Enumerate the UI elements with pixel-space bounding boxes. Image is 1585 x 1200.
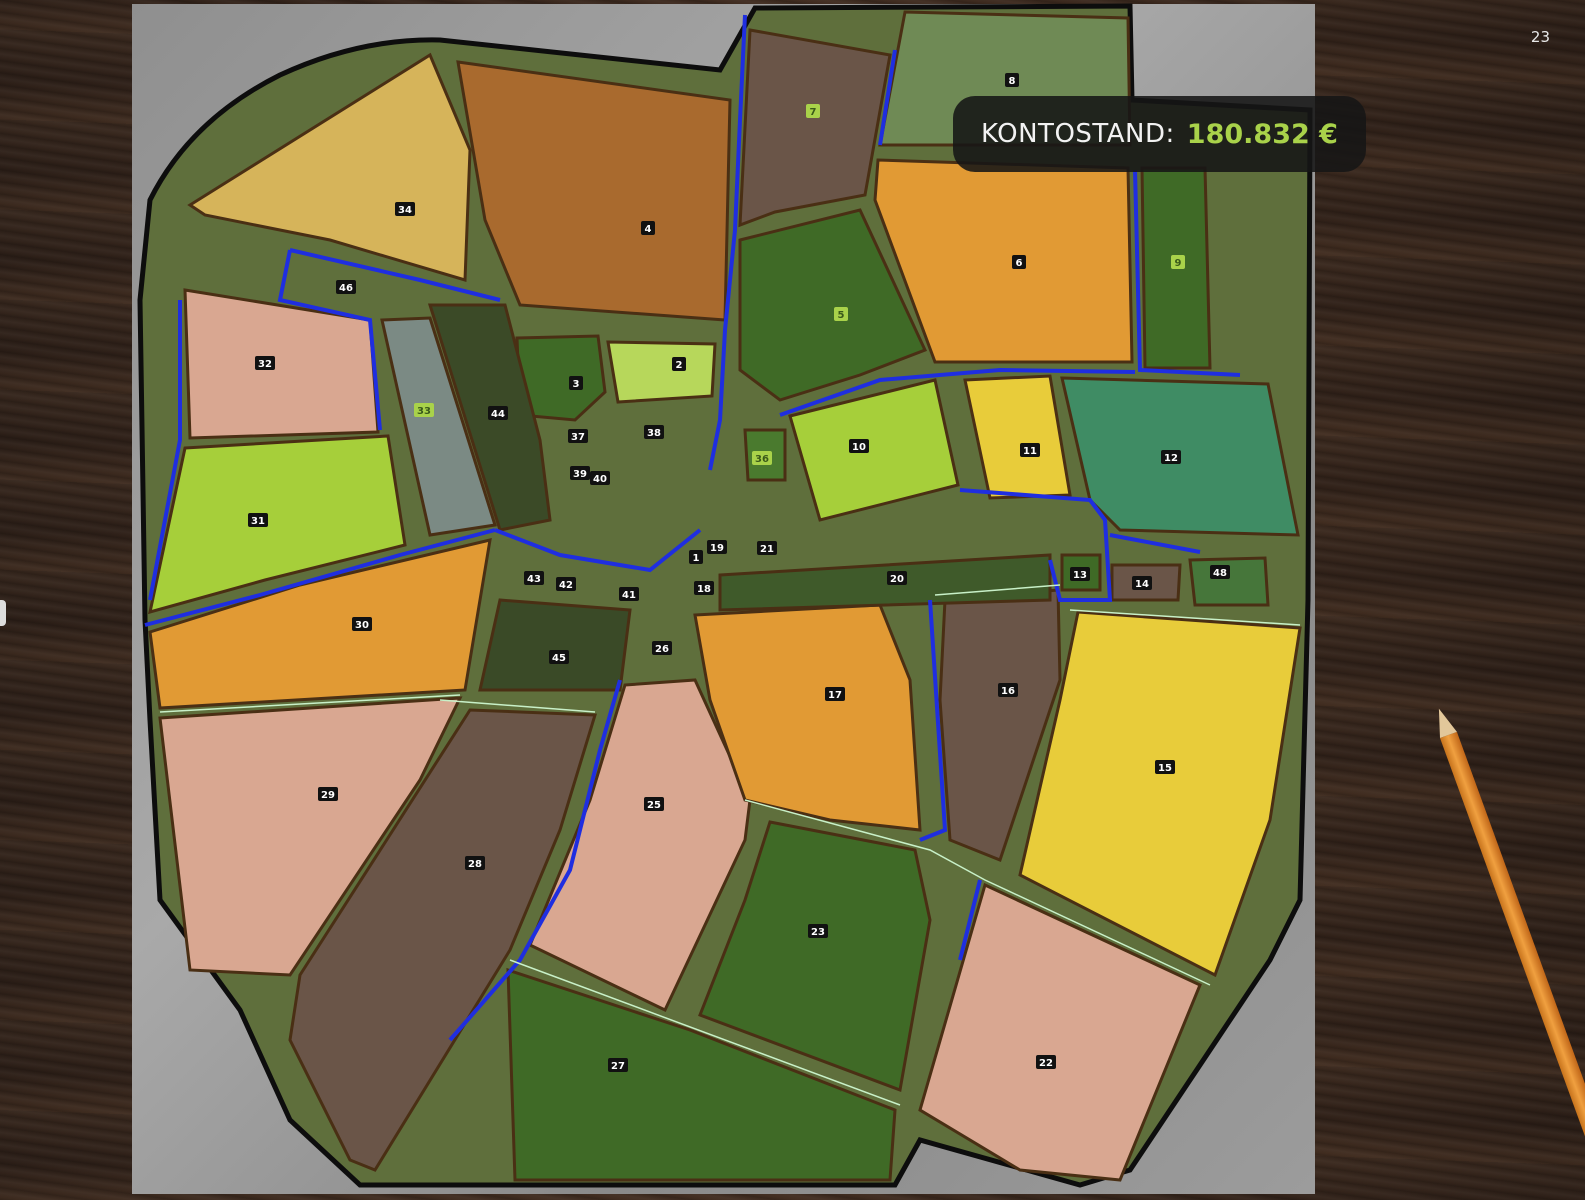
field-label-13[interactable]: 13 [1073,570,1087,581]
field-label-34[interactable]: 34 [398,205,412,216]
farm-map[interactable]: 2345678910 111213141516171819202122232526… [0,0,1585,1200]
field-label-38[interactable]: 38 [647,428,661,439]
field-label-18[interactable]: 18 [697,584,711,595]
field-label-12[interactable]: 12 [1164,453,1178,464]
field-label-32[interactable]: 32 [258,359,272,370]
field-label-36[interactable]: 36 [755,454,769,465]
field-label-1[interactable]: 1 [693,553,700,564]
field-label-29[interactable]: 29 [321,790,335,801]
forest-45 [478,598,632,692]
field-label-8[interactable]: 8 [1009,76,1016,87]
field-label-19[interactable]: 19 [710,543,724,554]
field-label-33[interactable]: 33 [417,406,431,417]
field-label-26[interactable]: 26 [655,644,669,655]
field-polygons [148,10,1302,1182]
field-label-31[interactable]: 31 [251,516,265,527]
field-label-39[interactable]: 39 [573,469,587,480]
field-label-22[interactable]: 22 [1039,1058,1053,1069]
field-label-17[interactable]: 17 [828,690,842,701]
field-label-6[interactable]: 6 [1016,258,1023,269]
field-label-42[interactable]: 42 [559,580,573,591]
field-label-2[interactable]: 2 [676,360,683,371]
field-label-45[interactable]: 45 [552,653,566,664]
field-label-14[interactable]: 14 [1135,579,1149,590]
field-48 [1188,556,1270,607]
field-label-28[interactable]: 28 [468,859,482,870]
field-label-46[interactable]: 46 [339,283,353,294]
field-label-25[interactable]: 25 [647,800,661,811]
field-label-48[interactable]: 48 [1213,568,1227,579]
field-label-44[interactable]: 44 [491,409,505,420]
field-label-27[interactable]: 27 [611,1061,625,1072]
side-handle[interactable] [0,600,6,626]
field-label-37[interactable]: 37 [571,432,585,443]
field-label-4[interactable]: 4 [645,224,652,235]
field-label-40[interactable]: 40 [593,474,607,485]
field-label-10[interactable]: 10 [852,442,866,453]
field-label-23[interactable]: 23 [811,927,825,938]
field-label-15[interactable]: 15 [1158,763,1172,774]
field-label-30[interactable]: 30 [355,620,369,631]
field-label-9[interactable]: 9 [1175,258,1182,269]
balance-label: KONTOSTAND: [981,119,1175,149]
field-label-43[interactable]: 43 [527,574,541,585]
field-label-7[interactable]: 7 [810,107,817,118]
field-label-5[interactable]: 5 [838,310,845,321]
field-label-3[interactable]: 3 [573,379,580,390]
field-label-41[interactable]: 41 [622,590,636,601]
field-2 [606,340,717,404]
balance-value: 180.832 € [1186,118,1338,150]
field-label-20[interactable]: 20 [890,574,904,585]
field-label-11[interactable]: 11 [1023,446,1037,457]
field-label-16[interactable]: 16 [1001,686,1015,697]
field-label-21[interactable]: 21 [760,544,774,555]
balance-panel: KONTOSTAND: 180.832 € [953,96,1366,172]
page-number: 23 [1530,28,1550,46]
